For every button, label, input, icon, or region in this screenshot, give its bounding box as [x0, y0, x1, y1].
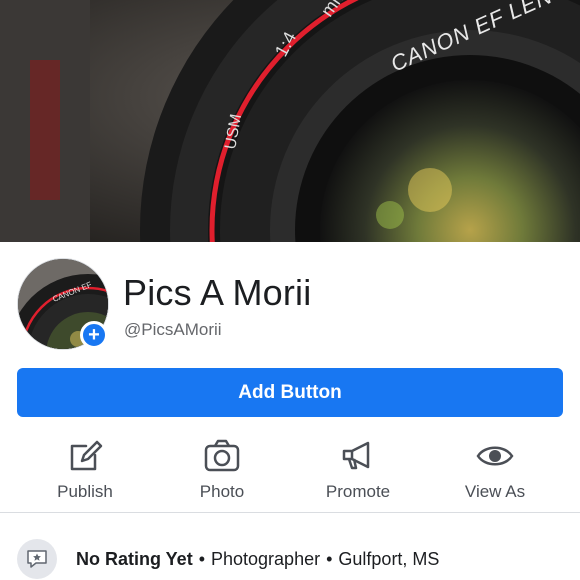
publish-action[interactable]: Publish	[15, 430, 155, 510]
view-as-label: View As	[464, 482, 526, 501]
page-header: CANON EF + Pics A Morii @PicsAMorii	[0, 242, 580, 362]
promote-label: Promote	[325, 482, 391, 501]
camera-icon	[204, 439, 240, 472]
eye-icon	[476, 446, 514, 466]
edit-icon	[70, 440, 103, 471]
page-info-text: No Rating Yet • Photographer • Gulfport, MS	[76, 549, 439, 570]
page-username: @PicsAMorii	[124, 320, 222, 339]
promote-action[interactable]: Promote	[288, 430, 428, 510]
add-button[interactable]: Add Button	[17, 368, 563, 417]
separator: •	[198, 549, 205, 569]
rating-icon	[17, 539, 57, 579]
location-text[interactable]: Gulfport, MS	[338, 549, 439, 569]
cover-photo[interactable]: CANON EF LENS 1:4 USM mm	[0, 0, 580, 242]
photo-label: Photo	[199, 482, 245, 501]
rating-text[interactable]: No Rating Yet	[76, 549, 193, 569]
photo-action[interactable]: Photo	[152, 430, 292, 510]
cover-lens-image: CANON EF LENS 1:4 USM mm	[0, 0, 580, 242]
page-title: Pics A Morii	[123, 272, 312, 313]
add-profile-photo-button[interactable]: +	[80, 321, 108, 349]
category-text[interactable]: Photographer	[211, 549, 320, 569]
view-as-action[interactable]: View As	[425, 430, 565, 510]
separator: •	[326, 549, 333, 569]
publish-label: Publish	[57, 482, 113, 501]
megaphone-icon	[342, 441, 370, 470]
page-info-row: No Rating Yet • Photographer • Gulfport, MS	[0, 513, 580, 580]
action-bar: Publish Photo Promote View As	[0, 430, 580, 510]
